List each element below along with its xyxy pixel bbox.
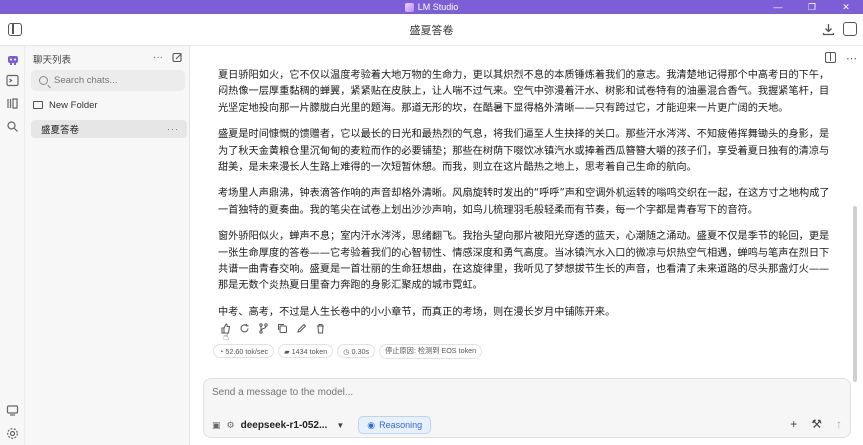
message-composer: ▣ ⚙ deepseek-r1-052... ▼ ◉ Reasoning + ⚒… bbox=[203, 378, 851, 438]
stat-tokens: ▰ 1434 token bbox=[278, 344, 334, 358]
message-paragraph: 窗外骄阳似火，蝉声不息；室内汗水涔涔，思绪翻飞。我抬头望向那片被阳光穿透的蓝天，… bbox=[218, 231, 830, 292]
chat-list-item[interactable]: 盛夏答卷 ··· bbox=[31, 120, 187, 138]
terminal-icon[interactable] bbox=[5, 73, 20, 88]
close-button[interactable]: ✕ bbox=[829, 0, 863, 14]
reasoning-label: Reasoning bbox=[379, 420, 423, 430]
stat-stop-reason: 停止原因: 检测到 EOS token bbox=[379, 343, 483, 359]
minimize-button[interactable]: — bbox=[761, 0, 795, 14]
branch-icon[interactable] bbox=[257, 322, 269, 334]
message-paragraph: 夏日骄阳如火，它不仅以温度考验着大地万物的生命力，更以其炽烈不息的本质锤炼着我们… bbox=[218, 70, 830, 114]
chat-title: 盛夏答卷 bbox=[409, 24, 454, 37]
composer-actions: + ⚒ ↑ bbox=[790, 417, 842, 431]
maximize-button[interactable]: ❐ bbox=[795, 0, 829, 14]
right-panel-icon[interactable] bbox=[843, 22, 857, 36]
more-options-icon[interactable]: ··· bbox=[153, 52, 163, 66]
chat-header: 盛夏答卷 bbox=[0, 14, 863, 46]
model-gear-icon[interactable]: ⚙ bbox=[227, 420, 235, 431]
lightbulb-icon: ◉ bbox=[367, 419, 376, 430]
chat-list-sidebar: 聊天列表 ··· New Folder 盛夏答卷 ··· bbox=[25, 46, 190, 445]
stat-speed-value: 52.60 tok/sec bbox=[225, 346, 269, 356]
send-button[interactable]: ↑ bbox=[836, 417, 842, 431]
folder-label: New Folder bbox=[49, 99, 98, 111]
download-icon[interactable] bbox=[821, 22, 835, 36]
message-actions bbox=[219, 322, 326, 334]
assistant-message: 夏日骄阳如火，它不仅以温度考验着大地万物的生命力，更以其炽烈不息的本质锤炼着我们… bbox=[218, 68, 833, 331]
message-paragraph: 盛夏是时间慷慨的馈赠者，它以最长的日光和最热烈的气息，将我们逼至人生抉择的关口。… bbox=[218, 129, 830, 174]
edit-icon[interactable] bbox=[295, 322, 307, 334]
stat-stop-reason-value: 停止原因: 检测到 EOS token bbox=[385, 346, 477, 355]
scrollbar[interactable] bbox=[853, 206, 857, 382]
copy-icon[interactable] bbox=[276, 322, 288, 334]
header-actions bbox=[821, 22, 857, 36]
stat-tokens-value: 1434 token bbox=[291, 346, 328, 356]
model-selector[interactable]: deepseek-r1-052... bbox=[241, 420, 328, 431]
settings-icon[interactable] bbox=[5, 426, 20, 441]
sidebar-label: 聊天列表 bbox=[33, 55, 72, 66]
chat-item-title: 盛夏答卷 bbox=[41, 125, 80, 136]
app-title: LM Studio bbox=[417, 2, 459, 12]
new-chat-icon[interactable] bbox=[172, 52, 183, 66]
new-folder-item[interactable]: New Folder bbox=[33, 97, 98, 113]
split-view-icon[interactable] bbox=[825, 52, 836, 63]
folder-plus-icon bbox=[33, 101, 43, 109]
tools-icon[interactable]: ⚒ bbox=[811, 417, 822, 431]
search-icon bbox=[39, 76, 48, 85]
stat-speed: ◔ 52.60 tok/sec bbox=[213, 344, 275, 358]
app-logo-icon bbox=[404, 2, 414, 12]
stat-time-value: 0.30s bbox=[351, 346, 370, 356]
chat-main: ⋯ 夏日骄阳如火，它不仅以温度考验着大地万物的生命力，更以其炽烈不息的本质锤炼着… bbox=[191, 46, 863, 445]
clock-icon: ◷ bbox=[343, 346, 350, 356]
model-folder-icon[interactable]: ▣ bbox=[212, 420, 221, 431]
model-selector-row: ▣ ⚙ deepseek-r1-052... ▼ ◉ Reasoning bbox=[212, 416, 432, 434]
chat-search[interactable] bbox=[31, 70, 185, 91]
delete-icon[interactable] bbox=[314, 322, 326, 334]
regenerate-icon[interactable] bbox=[238, 322, 250, 334]
chevron-down-icon[interactable]: ▼ bbox=[336, 421, 344, 430]
panel-icons: ⋯ bbox=[825, 52, 857, 65]
chat-icon[interactable] bbox=[5, 52, 20, 67]
folder-icon[interactable] bbox=[5, 96, 20, 111]
message-paragraph: 考场里人声鼎沸，钟表滴答作响的声音却格外清晰。风扇旋转时发出的“呼呼”声和空调外… bbox=[218, 188, 830, 216]
more-vert-icon[interactable]: ⋯ bbox=[846, 52, 857, 65]
app-title-group: LM Studio bbox=[404, 2, 459, 12]
app-rail bbox=[0, 46, 25, 445]
search-input[interactable] bbox=[54, 75, 174, 86]
reasoning-toggle[interactable]: ◉ Reasoning bbox=[358, 416, 432, 434]
message-paragraph: 中考、高考，不过是人生长卷中的小小章节，而真正的考场，则在漫长岁月中铺陈开来。 bbox=[218, 306, 616, 318]
sidebar-header: 聊天列表 ··· bbox=[33, 51, 183, 67]
speed-icon: ◔ bbox=[219, 346, 224, 356]
download-icon[interactable] bbox=[5, 403, 20, 418]
token-icon: ▰ bbox=[284, 346, 290, 356]
stat-time: ◷ 0.30s bbox=[337, 344, 376, 358]
window-controls: — ❐ ✕ bbox=[761, 0, 863, 14]
message-input[interactable] bbox=[212, 387, 812, 403]
add-attachment-button[interactable]: + bbox=[790, 417, 797, 431]
window-titlebar: LM Studio — ❐ ✕ bbox=[0, 0, 863, 14]
chat-item-more-icon[interactable]: ··· bbox=[167, 124, 179, 134]
toggle-sidebar-icon[interactable] bbox=[8, 23, 22, 36]
search-models-icon[interactable] bbox=[5, 119, 20, 134]
mouse-cursor-icon: ☝ bbox=[223, 332, 230, 343]
generation-stats: ◔ 52.60 tok/sec ▰ 1434 token ◷ 0.30s 停止原因: … bbox=[213, 343, 483, 359]
